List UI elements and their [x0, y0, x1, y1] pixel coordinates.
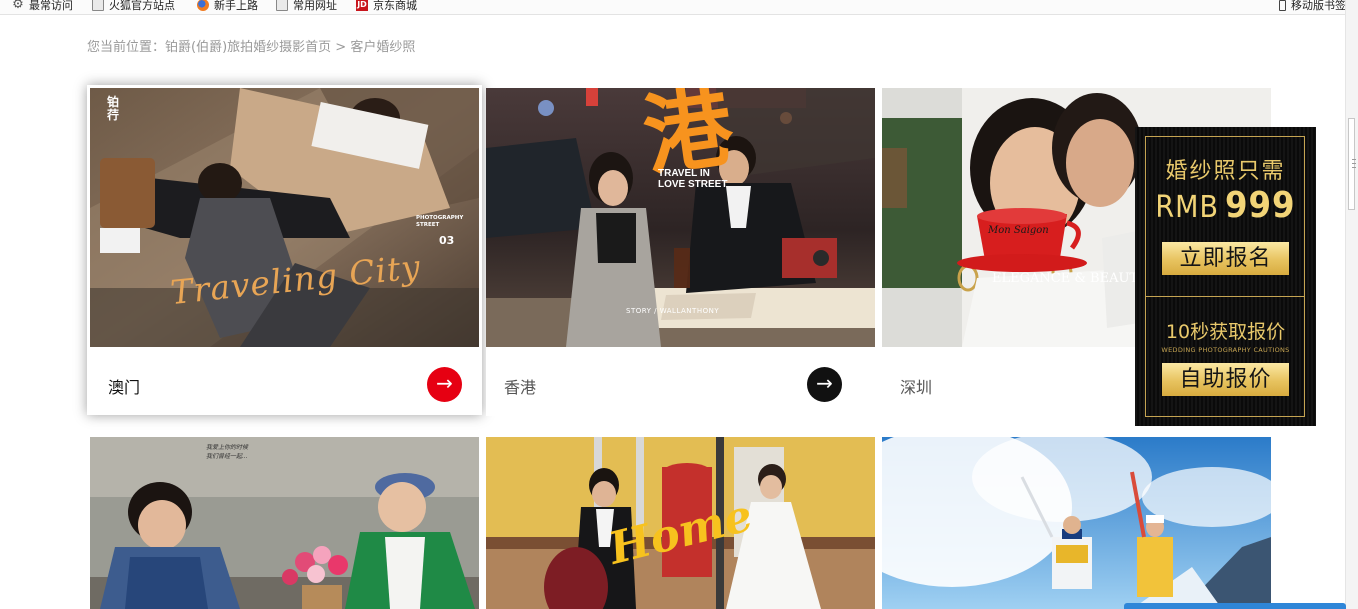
photo-side-small-text: PHOTOGRAPHY STREET	[416, 215, 464, 228]
breadcrumb-current: 客户婚纱照	[350, 40, 416, 55]
bookmark-label: 火狐官方站点	[109, 0, 175, 12]
promo-panel: 婚纱照只需 RMB 999 立即报名 10秒获取报价 WEDDING PHOTOG…	[1135, 127, 1316, 426]
case-card-macau[interactable]: 铂 荇 PHOTOGRAPHY STREET 03 Traveling City…	[87, 85, 482, 415]
photo-row2-3-illustration	[882, 437, 1271, 609]
case-card-row2-2[interactable]: Home	[486, 437, 875, 609]
case-card-label: 深圳	[900, 378, 933, 397]
firefox-icon	[197, 0, 209, 11]
photo-side-number: 03	[439, 234, 455, 247]
case-photo[interactable]	[882, 437, 1271, 609]
page-scrollbar[interactable]	[1345, 0, 1358, 609]
bookmark-mobile[interactable]: 移动版书签	[1279, 0, 1346, 13]
promo-price: RMB 999	[1135, 185, 1316, 226]
case-card-hongkong[interactable]: 港 TRAVEL IN LOVE STREET STORY / WALLANTH…	[486, 88, 875, 416]
breadcrumb: 您当前位置：铂爵(伯爵)旅拍婚纱摄影首页 > 客户婚纱照	[87, 36, 415, 55]
promo-subtitle: 10秒获取报价	[1165, 321, 1286, 343]
breadcrumb-separator: >	[331, 40, 351, 55]
folder-icon	[92, 0, 104, 11]
gear-icon: ⚙	[12, 0, 24, 12]
promo-price-value: 999	[1224, 185, 1296, 226]
arrow-right-icon[interactable]: →	[427, 367, 462, 402]
promo-title: 婚纱照只需	[1165, 159, 1286, 184]
photo-caption-text: STORY / WALLANTHONY	[626, 307, 720, 315]
folder-icon	[276, 0, 288, 11]
signup-button[interactable]: 立即报名	[1162, 242, 1289, 275]
breadcrumb-home-link[interactable]: 铂爵(伯爵)旅拍婚纱摄影首页	[165, 40, 331, 55]
bookmark-label: 常用网址	[293, 0, 337, 12]
promo-english-caption: WEDDING PHOTOGRAPHY CAUTIONS	[1161, 346, 1290, 354]
bookmark-label: 移动版书签	[1291, 0, 1346, 12]
grip-line	[1352, 167, 1356, 168]
photo-corner-text: 铂 荇	[107, 95, 120, 122]
arrow-right-icon[interactable]: →	[807, 367, 842, 402]
photo-row2-1-illustration	[90, 437, 479, 609]
case-card-label: 澳门	[108, 378, 141, 397]
grip-line	[1352, 163, 1356, 164]
bookmark-getting-started[interactable]: 新手上路	[197, 0, 258, 13]
bookmarks-toolbar: ⚙ 最常访问 火狐官方站点 新手上路 常用网址 JD 京东商城 移动版书签	[0, 0, 1346, 15]
scrollbar-thumb[interactable]	[1348, 118, 1356, 210]
breadcrumb-prefix: 您当前位置：	[87, 40, 166, 55]
case-card-label: 香港	[504, 378, 537, 397]
bookmark-jd[interactable]: JD 京东商城	[356, 0, 417, 13]
bookmark-most-visited[interactable]: ⚙ 最常访问	[12, 0, 73, 13]
photo-note-text: 我爱上你的时候 我们曾经一起...	[206, 444, 249, 460]
bookmark-label: 新手上路	[214, 0, 258, 12]
photo-title-text: TRAVEL IN LOVE STREET	[658, 168, 728, 190]
case-card-row2-1[interactable]: 我爱上你的时候 我们曾经一起...	[90, 437, 479, 609]
bookmark-label: 京东商城	[373, 0, 417, 12]
self-quote-button[interactable]: 自助报价	[1162, 363, 1289, 396]
bookmark-label: 最常访问	[29, 0, 73, 12]
phone-icon	[1279, 0, 1286, 11]
promo-currency: RMB	[1155, 190, 1219, 225]
case-photo-macau[interactable]: 铂 荇 PHOTOGRAPHY STREET 03 Traveling City	[90, 88, 479, 347]
case-card-row2-3[interactable]	[882, 437, 1271, 609]
photo-title-text: ELEGANCE & BEAUT	[992, 271, 1139, 286]
case-photo[interactable]: Home	[486, 437, 875, 609]
jd-icon: JD	[356, 0, 368, 11]
bookmark-common-sites[interactable]: 常用网址	[276, 0, 337, 13]
promo-divider	[1145, 296, 1305, 297]
chat-widget-tab[interactable]	[1124, 603, 1346, 609]
photo-cup-text: Mon Saigon	[988, 225, 1049, 236]
case-photo-hongkong[interactable]: 港 TRAVEL IN LOVE STREET STORY / WALLANTH…	[486, 88, 875, 347]
case-photo[interactable]: 我爱上你的时候 我们曾经一起...	[90, 437, 479, 609]
grip-line	[1352, 159, 1356, 160]
bookmark-firefox-official[interactable]: 火狐官方站点	[92, 0, 175, 13]
